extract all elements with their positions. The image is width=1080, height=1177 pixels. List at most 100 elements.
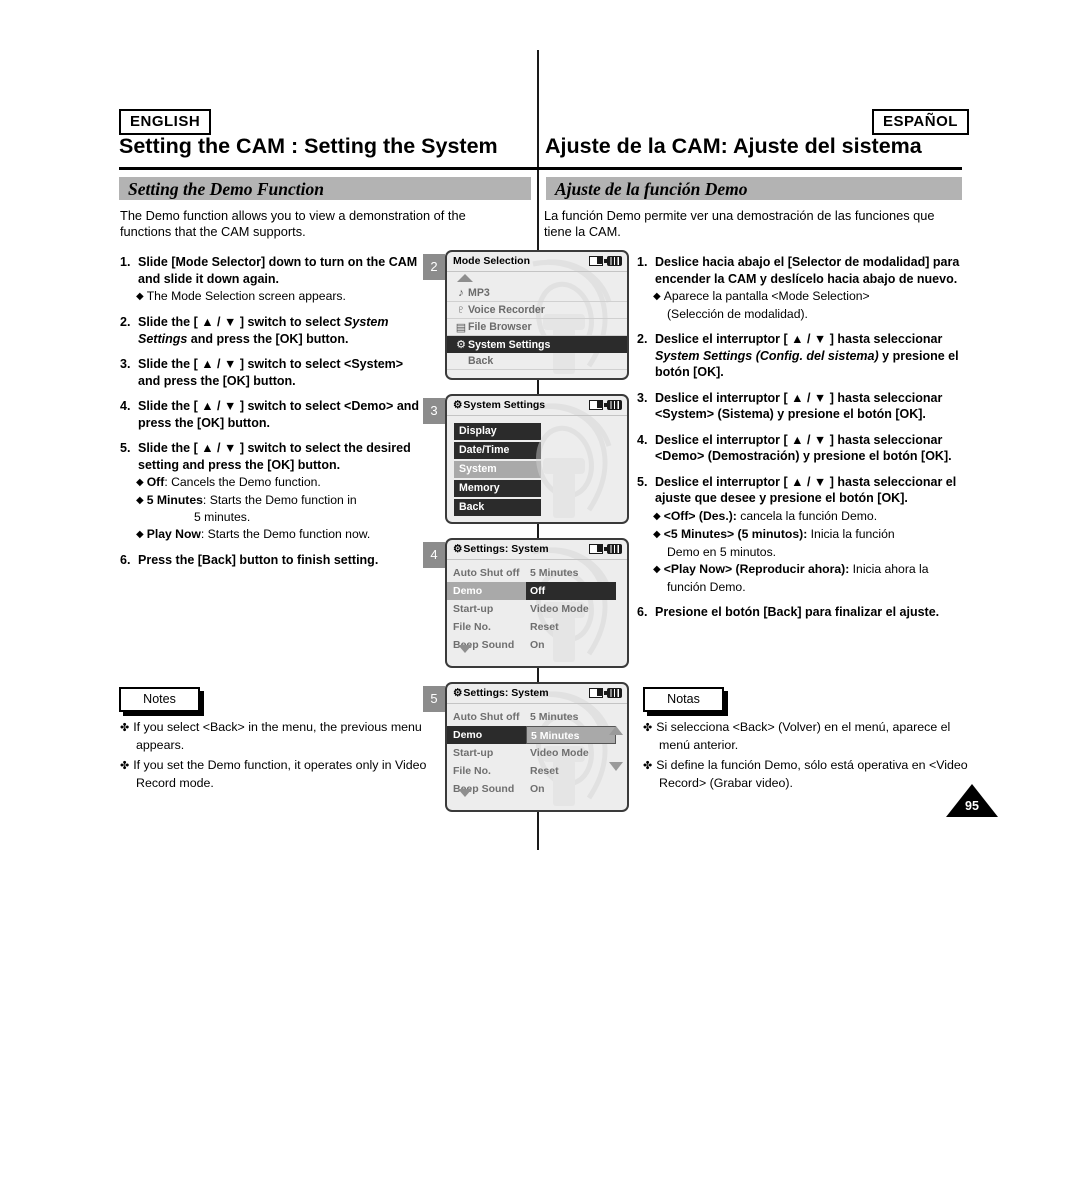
step-sub-text: The Mode Selection screen appears.: [146, 289, 346, 303]
step-heading: 2. Slide the [ ▲ / ▼ ] switch to select S…: [120, 314, 420, 347]
step-heading: 6. Press the [Back] button to finish sett…: [120, 552, 420, 569]
step-sub-item: ◆ 5 Minutes: Starts the Demo function in: [120, 492, 420, 509]
page-title-espanol: Ajuste de la CAM: Ajuste del sistema: [545, 134, 922, 158]
scroll-up-arrow-icon[interactable]: [457, 274, 473, 282]
step-item: 5. Deslice el interruptor [ ▲ / ▼ ] hasta…: [637, 474, 962, 595]
settings-system-rows: Auto Shut off 5 Minutes Demo Off Start-u…: [447, 560, 627, 654]
settings-row-value: 5 Minutes: [526, 726, 616, 744]
settings-row[interactable]: Beep Sound On: [447, 636, 627, 654]
settings-row-key: Start-up: [453, 603, 494, 615]
settings-row[interactable]: File No. Reset: [447, 618, 627, 636]
mode-selection-item-label: File Browser: [468, 321, 532, 333]
mode-selection-list: ♪ MP3 ♇ Voice Recorder ▤ File Browser ⚙ …: [447, 272, 627, 370]
step-sub-item: Demo en 5 minutos.: [637, 544, 962, 560]
step-number: 1.: [120, 255, 131, 269]
diamond-bullet-icon: ◆: [136, 291, 144, 302]
mode-selection-item[interactable]: ▤ File Browser: [447, 319, 627, 336]
value-scroll-up-arrow-icon[interactable]: [609, 726, 623, 735]
settings-row-key: Auto Shut off: [453, 567, 520, 579]
memory-card-icon: [589, 544, 603, 554]
settings-row-key: Auto Shut off: [453, 711, 520, 723]
mode-selection-item-label: System Settings: [468, 338, 551, 351]
settings-row-value: Reset: [530, 765, 559, 777]
diamond-bullet-icon: ◆: [653, 563, 661, 575]
step-number: 4.: [120, 399, 131, 413]
lcd-title-text: Settings: System: [463, 687, 549, 699]
battery-icon: [604, 400, 622, 410]
page-title-english: Setting the CAM : Setting the System: [119, 134, 498, 158]
step-text: Presione el botón [Back] para finalizar …: [655, 604, 940, 619]
settings-row-key: Start-up: [453, 747, 494, 759]
lcd-screen: ⚙ Settings: System Auto Shut off 5 Minute…: [445, 682, 629, 812]
step-sub-bold: <5 Minutes> (5 minutos):: [663, 526, 808, 541]
mode-selection-item-label: Voice Recorder: [468, 304, 545, 316]
step-heading: 4. Deslice el interruptor [ ▲ / ▼ ] hasta…: [637, 432, 962, 465]
step-sub-text: función Demo.: [667, 579, 746, 594]
settings-row[interactable]: Demo 5 Minutes: [447, 726, 627, 744]
step-item: 1. Slide [Mode Selector] down to turn on …: [120, 254, 420, 305]
step-text: Deslice el interruptor [ ▲ / ▼ ] hasta s…: [655, 474, 957, 506]
mode-selection-item[interactable]: ♇ Voice Recorder: [447, 302, 627, 319]
settings-row[interactable]: Auto Shut off 5 Minutes: [447, 564, 627, 582]
note-text: If you select <Back> in the menu, the pr…: [133, 720, 422, 752]
settings-row[interactable]: Auto Shut off 5 Minutes: [447, 708, 627, 726]
scroll-down-arrow-icon[interactable]: [458, 789, 472, 797]
file-browser-icon: ▤: [455, 321, 467, 334]
lcd-title-bar: ⚙ System Settings: [447, 396, 627, 416]
step-text: Slide the [ ▲ / ▼ ] switch to select <Sy…: [138, 357, 404, 388]
step-text: Slide [Mode Selector] down to turn on th…: [138, 255, 418, 286]
note-text: If you set the Demo function, it operate…: [133, 758, 427, 790]
settings-row-value: On: [530, 639, 545, 651]
step-sub-item: 5 minutes.: [120, 509, 420, 525]
step-number: 1.: [637, 255, 648, 269]
step-sub-bold: 5 Minutes: [146, 493, 203, 507]
step-list-espanol: 1. Deslice hacia abajo el [Selector de mo…: [637, 254, 962, 629]
step-heading: 2. Deslice el interruptor [ ▲ / ▼ ] hasta…: [637, 331, 962, 381]
value-scroll-down-arrow-icon[interactable]: [609, 762, 623, 771]
battery-icon: [604, 256, 622, 266]
step-sub-item: ◆ <Play Now> (Reproducir ahora): Inicia a…: [637, 561, 962, 578]
step-sub-item: (Selección de modalidad).: [637, 306, 962, 322]
step-sub-text: Aparece la pantalla <Mode Selection>: [663, 289, 870, 303]
note-item: ✤ If you select <Back> in the menu, the p…: [120, 719, 430, 753]
step-badge: 5: [423, 686, 445, 712]
step-sub-item: ◆ Aparece la pantalla <Mode Selection>: [637, 288, 962, 305]
step-heading: 5. Slide the [ ▲ / ▼ ] switch to select t…: [120, 440, 420, 473]
settings-row[interactable]: File No. Reset: [447, 762, 627, 780]
settings-row-key: File No.: [453, 621, 491, 633]
step-sub-item: ◆ The Mode Selection screen appears.: [120, 288, 420, 305]
mode-selection-item[interactable]: Back: [447, 353, 627, 370]
page-number-value: 95: [965, 799, 979, 813]
step-number: 3.: [637, 390, 648, 405]
lcd-status-icons: [589, 688, 622, 698]
step-item: 4. Slide the [ ▲ / ▼ ] switch to select <…: [120, 398, 420, 431]
step-sub-bold: Play Now: [146, 527, 201, 541]
settings-row-value: Reset: [530, 621, 559, 633]
mode-selection-item[interactable]: ⚙ System Settings: [447, 336, 627, 353]
settings-row[interactable]: Start-up Video Mode: [447, 600, 627, 618]
scroll-down-arrow-icon[interactable]: [458, 645, 472, 653]
step-sub-bold: <Play Now> (Reproducir ahora):: [663, 561, 850, 576]
note-item: ✤ Si define la función Demo, sólo está op…: [643, 757, 968, 791]
language-tag-english: ENGLISH: [119, 109, 212, 135]
step-sub-text: 5 minutes.: [194, 510, 251, 524]
step-item: 5. Slide the [ ▲ / ▼ ] switch to select t…: [120, 440, 420, 543]
step-number: 2.: [637, 332, 648, 346]
section-banner-english: Setting the Demo Function: [119, 177, 531, 200]
page-number-badge: 95: [946, 784, 998, 817]
settings-row[interactable]: Beep Sound On: [447, 780, 627, 798]
lcd-title: ⚙ Settings: System: [453, 687, 549, 699]
system-settings-icon: ⚙: [456, 339, 466, 351]
system-settings-gear-icon: ⚙: [453, 399, 462, 411]
settings-row[interactable]: Demo Off: [447, 582, 627, 600]
mode-selection-item[interactable]: ♪ MP3: [447, 285, 627, 302]
step-item: 3. Slide the [ ▲ / ▼ ] switch to select <…: [120, 356, 420, 389]
notes-label-espanol: Notas: [643, 687, 724, 712]
settings-row[interactable]: Start-up Video Mode: [447, 744, 627, 762]
settings-row-value: 5 Minutes: [530, 711, 579, 723]
battery-icon: [604, 544, 622, 554]
step-text: Deslice el interruptor [ ▲ / ▼ ] hasta s…: [655, 432, 952, 464]
step-sub-text: : Starts the Demo function now.: [200, 527, 371, 541]
step-heading: 3. Deslice el interruptor [ ▲ / ▼ ] hasta…: [637, 390, 962, 423]
memory-card-icon: [589, 256, 603, 266]
